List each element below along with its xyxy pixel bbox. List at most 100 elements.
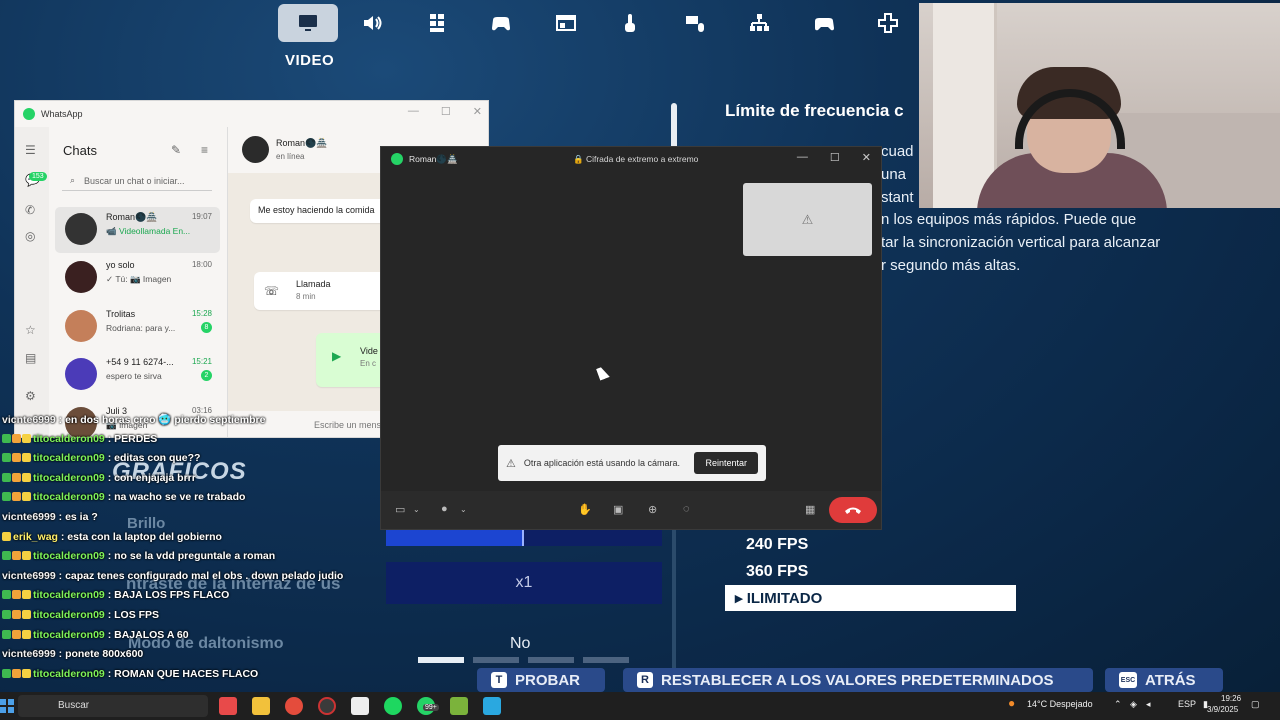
test-button-label: PROBAR	[515, 671, 581, 689]
interface-scale-selector[interactable]: x1	[386, 562, 662, 604]
stream-chat-separator: :	[55, 511, 66, 523]
settings-scrollbar[interactable]	[671, 103, 677, 149]
chat-name: yo solo	[106, 260, 135, 270]
monitor-icon[interactable]	[278, 4, 338, 42]
maximize-icon[interactable]: ☐	[830, 151, 840, 164]
description-fragment: una	[881, 166, 907, 183]
chrome-icon[interactable]	[285, 697, 303, 715]
archive-icon[interactable]: ▤	[25, 351, 39, 365]
menu-icon[interactable]: ☰	[25, 143, 39, 157]
filter-icon[interactable]: ≡	[201, 143, 208, 157]
retry-button[interactable]: Reintentar	[694, 452, 758, 474]
layout-icon[interactable]: ▦	[805, 503, 815, 516]
minimize-icon[interactable]: —	[408, 105, 419, 118]
network-icon[interactable]: ◈	[1130, 699, 1137, 710]
minimize-icon[interactable]: —	[797, 151, 808, 164]
controller-icon[interactable]	[471, 4, 531, 42]
app-f-icon[interactable]	[483, 697, 501, 715]
reset-defaults-button[interactable]: R RESTABLECER A LOS VALORES PREDETERMINA…	[623, 668, 1093, 692]
videocall-sub: En c	[360, 359, 377, 368]
spotify-icon[interactable]	[384, 697, 402, 715]
stream-chat-text: es ia ?	[65, 511, 98, 523]
status-icon[interactable]: ◎	[25, 229, 39, 243]
contact-name: Roman🌑🏯	[276, 138, 328, 148]
add-participant-icon[interactable]: ⊕	[648, 503, 657, 516]
new-chat-icon[interactable]: ✎	[171, 143, 181, 157]
grid-icon[interactable]	[407, 4, 467, 42]
microphone-icon[interactable]: ●	[441, 503, 448, 515]
stream-chat-separator: :	[104, 628, 115, 641]
stream-chat-text: ROMAN QUE HACES FLACO	[114, 667, 259, 680]
windows-start-icon[interactable]	[0, 699, 14, 713]
screen-share-icon[interactable]: ▣	[613, 503, 623, 516]
language-indicator[interactable]: ESP	[1178, 699, 1196, 709]
chevron-up-icon[interactable]: ⌃	[1114, 699, 1122, 710]
clock-date[interactable]: 3/9/2025	[1207, 705, 1238, 714]
minecraft-icon[interactable]	[450, 697, 468, 715]
chat-list-item[interactable]: yo solo 18:00 ✓ Tú: 📷 Imagen	[55, 255, 220, 301]
whatsapp-titlebar[interactable]: WhatsApp — ☐ ✕	[15, 101, 488, 127]
option-indicator-active	[418, 657, 464, 663]
stream-chat-username: erik_wag	[13, 530, 58, 543]
calls-icon[interactable]: ✆	[25, 203, 39, 217]
stream-chat-message: vicnte6999 : en dos horas creo 🥶 pierdo …	[2, 413, 265, 426]
brightness-slider[interactable]	[386, 530, 662, 546]
keyboard-mouse-icon[interactable]	[665, 4, 725, 42]
stream-chat-username: vicnte6999	[2, 648, 56, 661]
whatsapp-call-window[interactable]: Roman🌑🏯 🔒 Cifrada de extremo a extremo —…	[380, 146, 882, 530]
back-button[interactable]: ESC ATRÁS	[1105, 668, 1223, 692]
chevron-down-icon[interactable]: ⌄	[413, 505, 420, 514]
stream-chat-message: titocalderon09 : no se la vdd preguntale…	[2, 550, 275, 562]
notepad-icon[interactable]	[351, 697, 369, 715]
chat-bubble-icon[interactable]: ◌	[683, 503, 690, 515]
call-bubble[interactable]: ☏ Llamada 8 min	[254, 272, 394, 310]
taskbar-search-box[interactable]: Buscar	[18, 695, 208, 717]
whatsapp-logo-icon	[391, 153, 403, 165]
chat-time: 19:07	[191, 212, 212, 221]
weather-text[interactable]: 14°C Despejado	[1027, 699, 1093, 709]
chat-badge-icon	[22, 629, 31, 639]
stream-chat-separator: :	[104, 667, 115, 680]
speaker-icon[interactable]: ◂	[1146, 699, 1151, 710]
encryption-notice: 🔒 Cifrada de extremo a extremo	[573, 154, 699, 164]
windows-taskbar: Buscar 99+ ● 14°C Despejado ⌃ ◈ ◂ ESP ▮ …	[0, 692, 1280, 720]
camera-icon[interactable]: ▭	[395, 503, 405, 516]
stream-chat-message: erik_wag : esta con la laptop del gobier…	[2, 531, 222, 543]
clock-time[interactable]: 19:26	[1221, 694, 1241, 703]
chat-name: Roman🌑🏯	[106, 212, 158, 222]
close-icon[interactable]: ✕	[862, 151, 871, 164]
tiktok-app-icon[interactable]	[219, 697, 237, 715]
dpad-icon[interactable]	[858, 4, 918, 42]
colorblind-value[interactable]: No	[510, 635, 530, 653]
call-contact-name: Roman🌑🏯	[409, 154, 458, 164]
fps-selected-label: ILIMITADO	[746, 590, 823, 607]
notifications-icon[interactable]: ▢	[1251, 699, 1260, 710]
raise-hand-icon[interactable]: ✋	[578, 503, 592, 516]
chat-badge-icon	[2, 433, 11, 443]
starred-icon[interactable]: ☆	[25, 323, 39, 337]
chat-list-item[interactable]: Roman🌑🏯 19:07 📹 Videollamada En...	[55, 207, 220, 253]
call-titlebar[interactable]: Roman🌑🏯 🔒 Cifrada de extremo a extremo —…	[381, 147, 881, 171]
pointer-icon[interactable]	[600, 4, 660, 42]
fps-option[interactable]: 360 FPS	[746, 563, 808, 581]
chat-search-input[interactable]: Buscar un chat o iniciar...	[62, 172, 212, 191]
description-line: tar la sincronización vertical para alca…	[881, 234, 1161, 251]
fps-option[interactable]: 240 FPS	[746, 536, 808, 554]
settings-icon[interactable]: ⚙	[25, 389, 39, 403]
chat-badges	[2, 531, 11, 541]
maximize-icon[interactable]: ☐	[441, 105, 451, 118]
chevron-down-icon[interactable]: ⌄	[460, 505, 467, 514]
test-button[interactable]: T PROBAR	[477, 668, 605, 692]
phone-hangup-icon	[845, 507, 861, 514]
speaker-icon[interactable]	[342, 4, 402, 42]
network-icon[interactable]	[729, 4, 789, 42]
chat-list-item[interactable]: +54 9 11 6274-... 15:21 espero te sirva …	[55, 352, 220, 398]
obs-icon[interactable]	[318, 697, 336, 715]
fps-option-selected[interactable]: ▸ ILIMITADO	[725, 585, 1016, 611]
gamepad-icon[interactable]	[794, 4, 854, 42]
close-icon[interactable]: ✕	[473, 105, 482, 118]
layout-icon[interactable]	[536, 4, 596, 42]
chat-list-item[interactable]: Trolitas 15:28 Rodriana: para y... 8	[55, 304, 220, 350]
file-explorer-icon[interactable]	[252, 697, 270, 715]
hang-up-button[interactable]	[829, 497, 877, 523]
